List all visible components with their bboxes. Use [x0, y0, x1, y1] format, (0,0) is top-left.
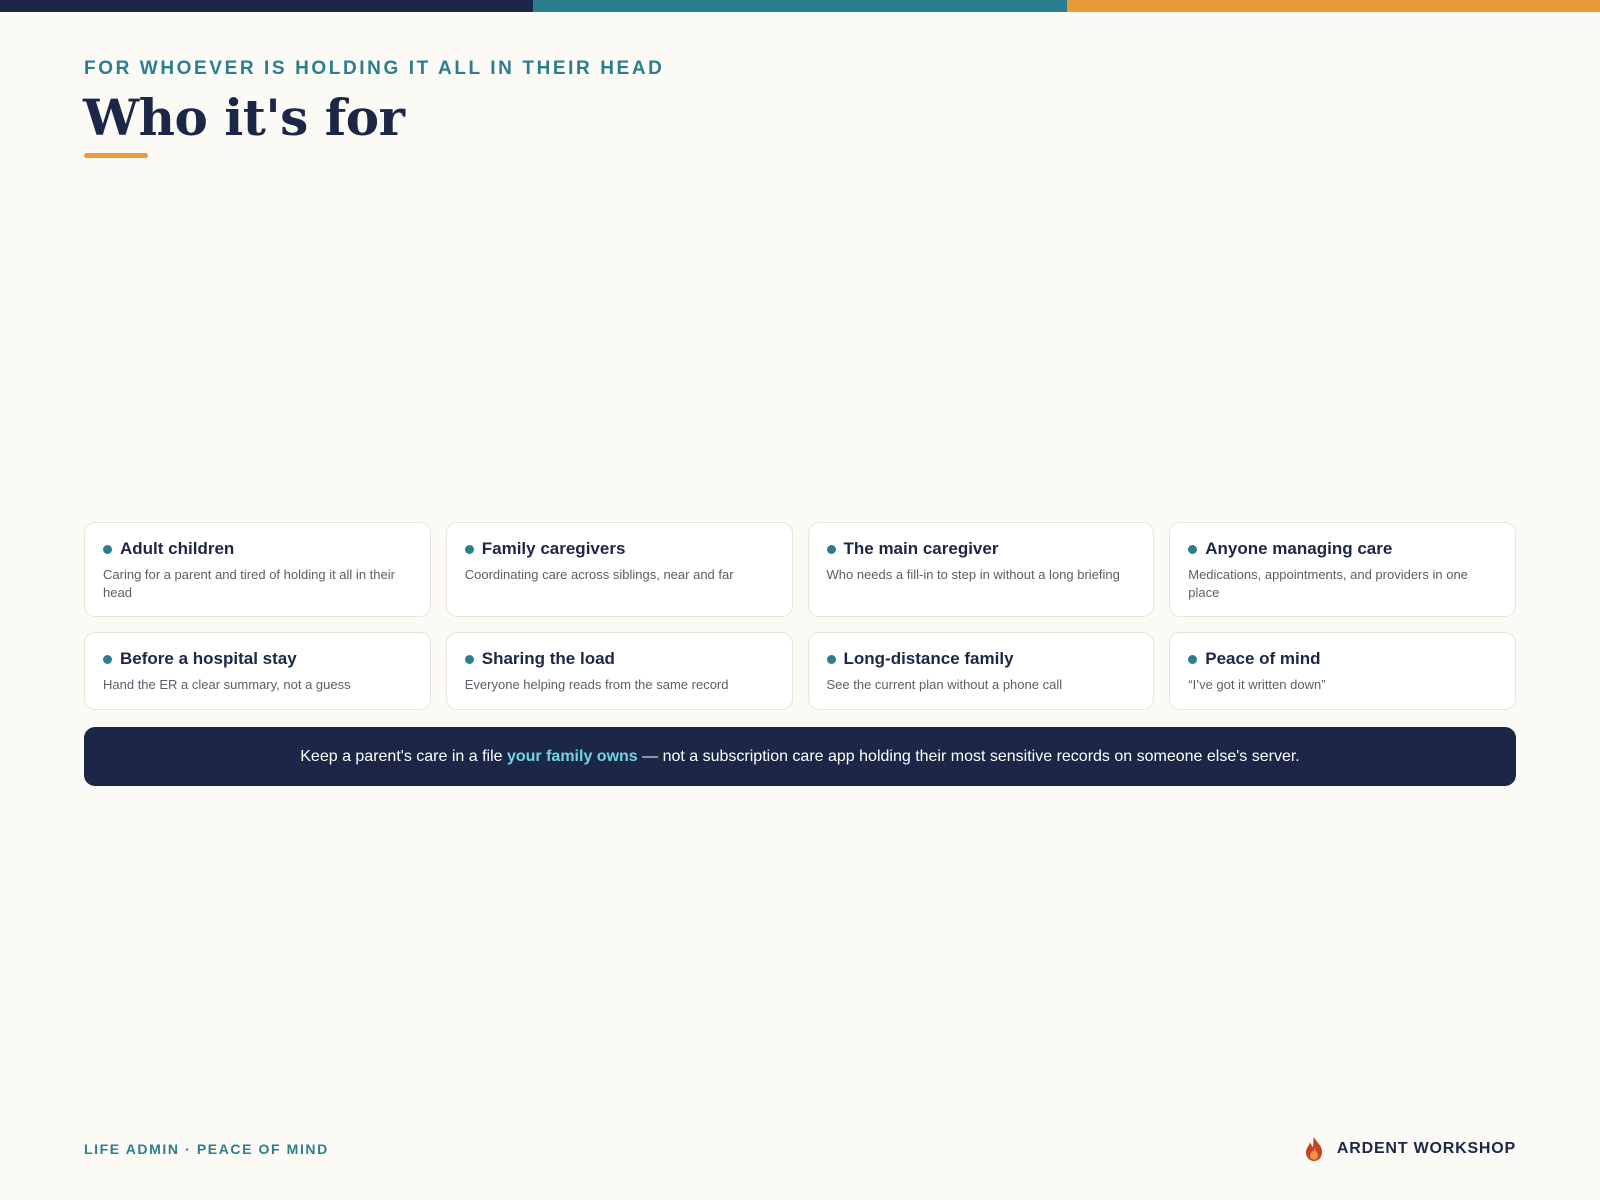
accent-segment-navy	[0, 0, 534, 12]
accent-segment-teal	[533, 0, 1067, 12]
audience-grid: Adult children Caring for a parent and t…	[84, 522, 1516, 710]
card-description: “I’ve got it written down”	[1188, 677, 1326, 692]
banner-text-after: — not a subscription care app holding th…	[637, 747, 1300, 765]
card-title: Peace of mind	[1205, 649, 1321, 668]
bullet-dot-icon	[826, 654, 836, 664]
audience-card: Anyone managing care Medications, appoin…	[1169, 522, 1516, 617]
card-title: Anyone managing care	[1205, 539, 1393, 558]
card-title: Long-distance family	[843, 649, 1014, 668]
title-underline	[84, 153, 148, 158]
card-header: The main caregiver	[826, 539, 1136, 559]
card-description: Hand the ER a clear summary, not a guess	[103, 677, 351, 692]
card-title: The main caregiver	[843, 539, 999, 558]
card-header: Family caregivers	[464, 539, 774, 559]
card-description: Everyone helping reads from the same rec…	[464, 677, 729, 692]
bullet-dot-icon	[1188, 544, 1198, 554]
card-header: Adult children	[103, 539, 412, 559]
card-header: Sharing the load	[464, 649, 774, 669]
audience-card: Peace of mind “I’ve got it written down”	[1169, 632, 1516, 710]
footer-brand: ARDENT WORKSHOP	[1303, 1136, 1516, 1162]
card-header: Before a hospital stay	[103, 649, 412, 669]
bullet-dot-icon	[464, 654, 474, 664]
card-description: Medications, appointments, and providers…	[1188, 567, 1468, 600]
card-description: See the current plan without a phone cal…	[826, 677, 1063, 692]
audience-card: Before a hospital stay Hand the ER a cle…	[84, 632, 431, 710]
card-title: Adult children	[120, 539, 235, 558]
card-title: Before a hospital stay	[120, 649, 297, 668]
banner-highlight: your family owns	[506, 747, 638, 765]
card-description: Coordinating care across siblings, near …	[464, 567, 734, 582]
page-title: Who it's for	[83, 88, 405, 147]
audience-card: The main caregiver Who needs a fill-in t…	[807, 522, 1155, 617]
banner-text-before: Keep a parent's care in a file	[300, 747, 507, 765]
card-header: Long-distance family	[826, 649, 1136, 669]
ownership-banner: Keep a parent's care in a file your fami…	[84, 727, 1516, 786]
top-accent-bar	[0, 0, 1600, 12]
card-header: Anyone managing care	[1188, 539, 1497, 559]
bullet-dot-icon	[103, 654, 112, 664]
card-title: Sharing the load	[481, 649, 615, 668]
audience-card: Family caregivers Coordinating care acro…	[445, 522, 793, 617]
audience-card: Adult children Caring for a parent and t…	[84, 522, 431, 617]
card-title: Family caregivers	[481, 539, 626, 558]
bullet-dot-icon	[464, 544, 474, 554]
eyebrow-text: FOR WHOEVER IS HOLDING IT ALL IN THEIR H…	[84, 58, 665, 79]
footer-tagline: LIFE ADMIN · PEACE OF MIND	[84, 1141, 329, 1157]
bullet-dot-icon	[1188, 654, 1198, 664]
audience-card: Sharing the load Everyone helping reads …	[445, 632, 793, 710]
accent-segment-orange	[1066, 0, 1600, 12]
audience-card: Long-distance family See the current pla…	[807, 632, 1155, 710]
flame-logo-icon	[1305, 1137, 1322, 1161]
card-header: Peace of mind	[1188, 649, 1497, 669]
card-description: Who needs a fill-in to step in without a…	[826, 567, 1120, 582]
bullet-dot-icon	[103, 544, 112, 554]
brand-name: ARDENT WORKSHOP	[1336, 1140, 1516, 1157]
card-description: Caring for a parent and tired of holding…	[103, 567, 395, 600]
bullet-dot-icon	[826, 544, 836, 554]
